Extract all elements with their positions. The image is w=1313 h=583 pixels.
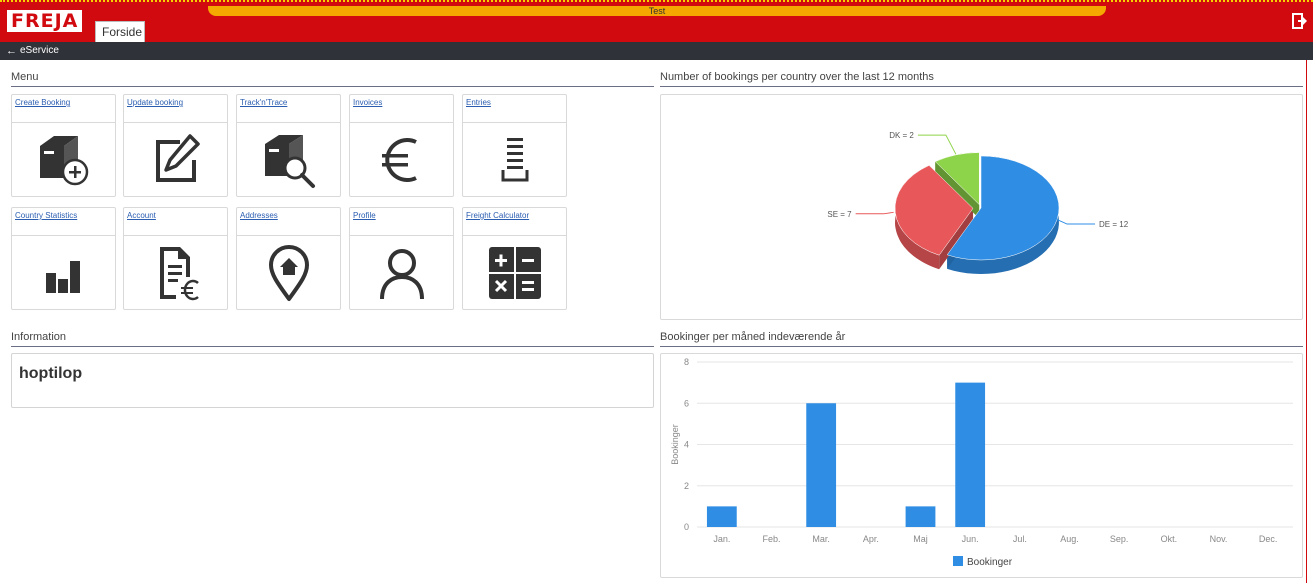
- header-dotted-border: [0, 0, 1313, 3]
- x-tick-label: Nov.: [1210, 534, 1228, 544]
- pie-label-dk: DK = 2: [889, 131, 914, 140]
- y-tick-label: 0: [684, 522, 689, 532]
- pie-chart-panel: DE = 12 SE = 7 DK = 2: [660, 94, 1303, 320]
- x-tick-label: Sep.: [1110, 534, 1129, 544]
- x-tick-label: Apr.: [863, 534, 879, 544]
- right-edge-rule: [1306, 60, 1307, 583]
- pie-leader-line: [1056, 219, 1096, 225]
- information-text: hoptilop: [19, 365, 83, 382]
- tile-label[interactable]: Account: [127, 211, 156, 220]
- information-box: hoptilop: [11, 353, 654, 408]
- bar-chart-icon: [12, 240, 115, 306]
- pie-leader-line: [917, 134, 957, 155]
- list-icon: [463, 127, 566, 193]
- bar-chart: 0 2 4 6 8 Bookinger Jan. Feb. Mar. Apr. Maj Jun. Jul…: [670, 357, 1293, 568]
- tile-label[interactable]: Create Booking: [15, 98, 70, 107]
- bar-chart-panel: 0 2 4 6 8 Bookinger Jan. Feb. Mar. Apr. Maj Jun. Jul…: [660, 353, 1303, 578]
- bar-mar[interactable]: [806, 403, 837, 527]
- bar-jun[interactable]: [955, 382, 986, 527]
- legend-swatch: [953, 556, 963, 566]
- tile-profile[interactable]: Profile: [349, 207, 454, 310]
- tile-label[interactable]: Addresses: [240, 211, 278, 220]
- pie-label-de: DE = 12: [1099, 220, 1129, 229]
- bar-jan[interactable]: [706, 506, 737, 527]
- back-arrow-icon[interactable]: ←: [6, 42, 17, 60]
- euro-icon: [350, 127, 453, 193]
- x-tick-label: Jun.: [962, 534, 979, 544]
- pie-chart: DE = 12 SE = 7 DK = 2: [827, 131, 1129, 274]
- tile-track-n-trace[interactable]: Track'n'Trace: [236, 94, 341, 197]
- x-tick-label: Okt.: [1161, 534, 1178, 544]
- box-add-icon: [12, 127, 115, 193]
- tile-label[interactable]: Invoices: [353, 98, 382, 107]
- tile-invoices[interactable]: Invoices: [349, 94, 454, 197]
- tile-entries[interactable]: Entries: [462, 94, 567, 197]
- tile-label[interactable]: Track'n'Trace: [240, 98, 287, 107]
- location-home-icon: [237, 240, 340, 306]
- x-tick-label: Mar.: [812, 534, 830, 544]
- tile-label[interactable]: Update booking: [127, 98, 183, 107]
- top-header-bar: Test FREJA Forside: [0, 0, 1313, 42]
- x-tick-label: Jul.: [1013, 534, 1027, 544]
- x-tick-label: Maj: [913, 534, 928, 544]
- logout-icon[interactable]: [1292, 13, 1308, 29]
- legend-label: Bookinger: [967, 557, 1013, 568]
- freja-logo[interactable]: FREJA: [7, 10, 83, 32]
- tile-update-booking[interactable]: Update booking: [123, 94, 228, 197]
- x-tick-label: Feb.: [762, 534, 780, 544]
- pie-label-se: SE = 7: [827, 210, 852, 219]
- y-tick-label: 4: [684, 440, 689, 450]
- bar-maj[interactable]: [905, 506, 936, 527]
- calculator-icon: [463, 240, 566, 306]
- y-tick-label: 2: [684, 481, 689, 491]
- pie-chart-heading: Number of bookings per country over the …: [660, 71, 1303, 87]
- tile-create-booking[interactable]: Create Booking: [11, 94, 116, 197]
- bar-chart-heading: Bookinger per måned indeværende år: [660, 331, 1303, 347]
- y-tick-label: 8: [684, 357, 689, 367]
- x-tick-label: Jan.: [713, 534, 730, 544]
- tile-label[interactable]: Country Statistics: [15, 211, 77, 220]
- menu-heading: Menu: [11, 71, 654, 87]
- x-tick-label: Dec.: [1259, 534, 1278, 544]
- tile-label[interactable]: Entries: [466, 98, 491, 107]
- tile-account[interactable]: Account: [123, 207, 228, 310]
- y-axis-label: Bookinger: [670, 424, 680, 465]
- breadcrumb-bar: ← eService: [0, 42, 1313, 60]
- environment-banner: Test: [208, 6, 1106, 16]
- breadcrumb[interactable]: eService: [20, 42, 59, 60]
- document-euro-icon: [124, 240, 227, 306]
- tile-freight-calculator[interactable]: Freight Calculator: [462, 207, 567, 310]
- box-search-icon: [237, 127, 340, 193]
- x-tick-label: Aug.: [1060, 534, 1079, 544]
- tile-label[interactable]: Profile: [353, 211, 376, 220]
- tile-country-statistics[interactable]: Country Statistics: [11, 207, 116, 310]
- user-icon: [350, 240, 453, 306]
- y-tick-label: 6: [684, 398, 689, 408]
- pie-leader-line: [855, 211, 894, 215]
- tile-addresses[interactable]: Addresses: [236, 207, 341, 310]
- tab-forside[interactable]: Forside: [95, 21, 145, 42]
- information-heading: Information: [11, 331, 654, 347]
- tile-label[interactable]: Freight Calculator: [466, 211, 529, 220]
- chart-legend[interactable]: Bookinger: [953, 556, 1013, 568]
- edit-icon: [124, 127, 227, 193]
